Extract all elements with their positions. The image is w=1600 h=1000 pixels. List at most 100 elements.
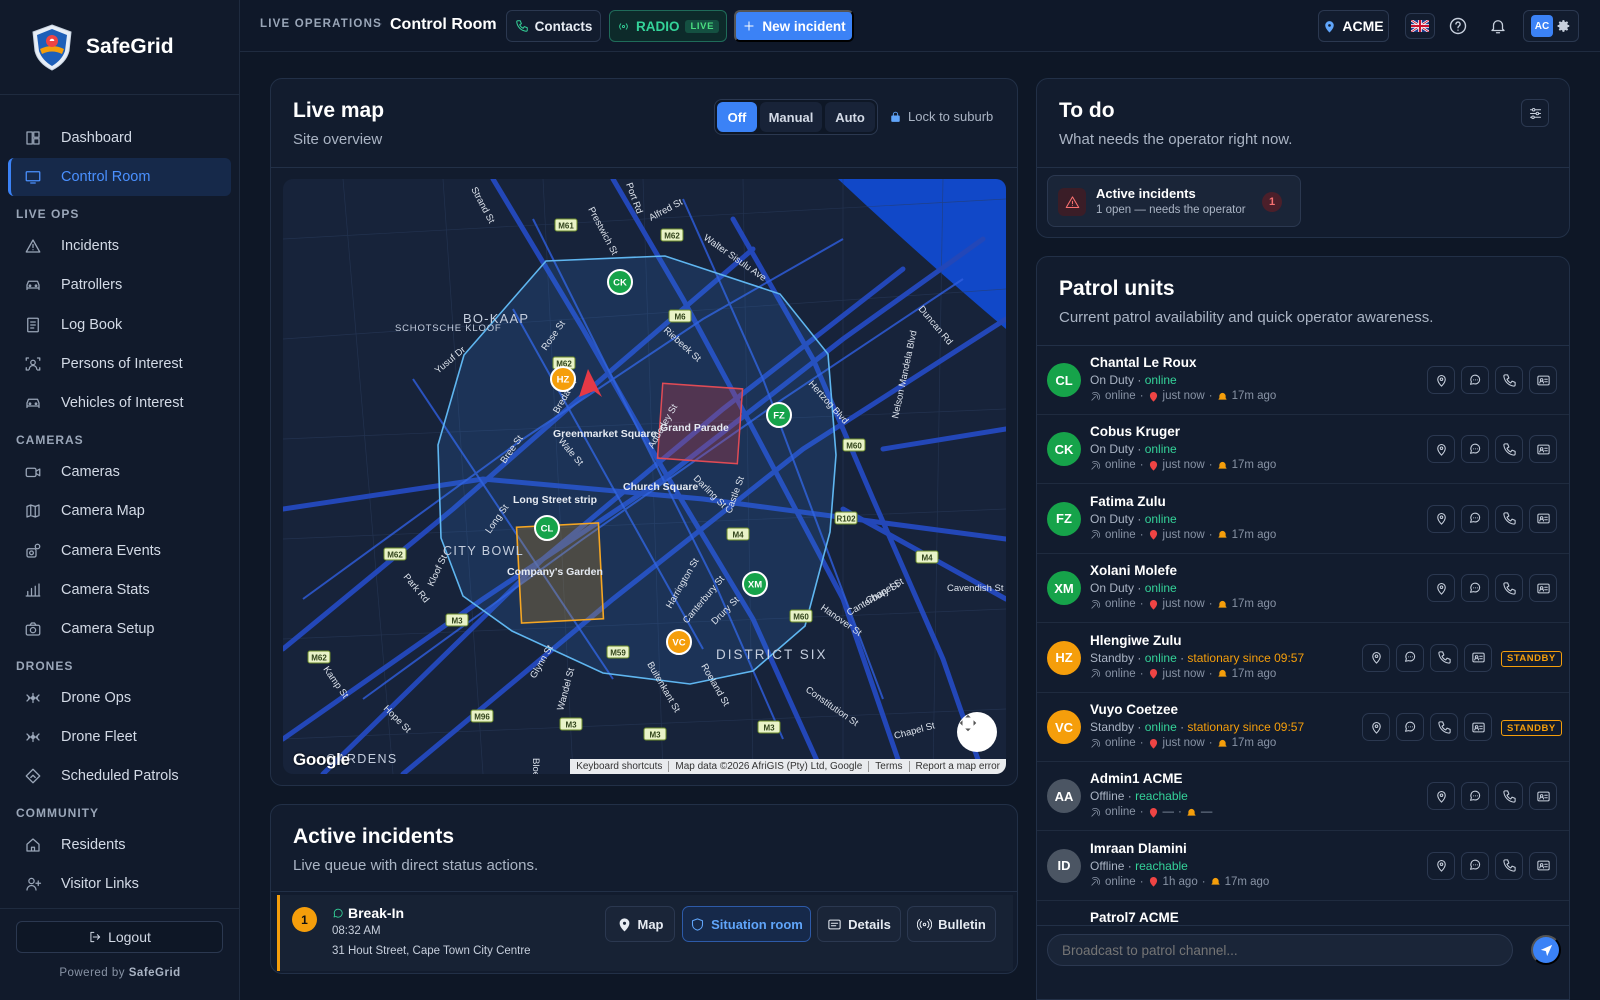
brand[interactable]: SafeGrid [0, 0, 239, 95]
sidebar-item-incidents[interactable]: Incidents [8, 227, 231, 265]
locate-unit-button[interactable] [1427, 851, 1455, 880]
map-place-label[interactable]: Greenmarket Square [553, 428, 656, 440]
message-unit-button[interactable] [1461, 504, 1489, 533]
sidebar-item-drone-fleet[interactable]: Drone Fleet [8, 718, 231, 756]
send-broadcast-button[interactable] [1531, 935, 1561, 965]
mode-auto-button[interactable]: Auto [825, 102, 875, 132]
map-canvas[interactable]: Greenmarket Square Grand Parade Church Squ… [283, 179, 1006, 774]
locate-unit-button[interactable] [1427, 504, 1455, 533]
call-unit-button[interactable] [1495, 504, 1523, 533]
sidebar-item-dashboard[interactable]: Dashboard [8, 119, 231, 157]
call-unit-button[interactable] [1495, 435, 1523, 464]
locate-unit-button[interactable] [1427, 782, 1455, 811]
logout-button[interactable]: Logout [16, 921, 223, 953]
sidebar-item-patrollers[interactable]: Patrollers [8, 266, 231, 304]
patrol-unit-row[interactable]: HZ Hlengiwe Zulu Standby · online · statio… [1037, 623, 1569, 693]
sidebar-item-log-book[interactable]: Log Book [8, 306, 231, 344]
message-unit-button[interactable] [1461, 366, 1489, 394]
call-unit-button[interactable] [1430, 713, 1458, 741]
radio-button[interactable]: RADIO LIVE [609, 10, 727, 42]
unit-profile-button[interactable] [1529, 366, 1557, 394]
unit-profile-button[interactable] [1529, 504, 1557, 533]
map-place-label[interactable]: Long Street strip [513, 494, 597, 506]
unit-profile-button[interactable] [1529, 782, 1557, 811]
keyboard-shortcuts-link[interactable]: Keyboard shortcuts [570, 761, 670, 772]
sidebar-item-vehicles-of-interest[interactable]: Vehicles of Interest [8, 384, 231, 422]
sidebar-item-camera-stats[interactable]: Camera Stats [8, 571, 231, 609]
call-unit-button[interactable] [1495, 851, 1523, 880]
map-unit-marker[interactable]: CL [534, 515, 560, 541]
patrol-unit-row[interactable]: CK Cobus Kruger On Duty · online online · ju… [1037, 414, 1569, 485]
call-unit-button[interactable] [1495, 782, 1523, 811]
contacts-button[interactable]: Contacts [506, 10, 601, 42]
unit-profile-button[interactable] [1529, 574, 1557, 603]
mode-off-button[interactable]: Off [717, 102, 757, 132]
broadcast-input[interactable] [1047, 934, 1513, 966]
unit-profile-button[interactable] [1464, 643, 1492, 672]
patrol-unit-row[interactable]: XM Xolani Molefe On Duty · online online · j… [1037, 553, 1569, 624]
sidebar-item-persons-of-interest[interactable]: Persons of Interest [8, 345, 231, 383]
org-selector[interactable]: ACME [1318, 10, 1389, 42]
message-unit-button[interactable] [1461, 435, 1489, 464]
sidebar-item-drone-ops[interactable]: Drone Ops [8, 679, 231, 717]
patrol-unit-row[interactable]: VC Vuyo Coetzee Standby · online · station… [1037, 692, 1569, 762]
locate-unit-button[interactable] [1362, 643, 1390, 672]
patrol-unit-row[interactable]: AA Admin1 ACME Offline · reachable online ·… [1037, 761, 1569, 832]
call-unit-button[interactable] [1495, 366, 1523, 394]
map-place-label[interactable]: Company's Garden [507, 566, 603, 578]
sidebar-item-residents[interactable]: Residents [8, 826, 231, 864]
help-button[interactable] [1443, 13, 1473, 39]
patrol-unit-list[interactable]: CL Chantal Le Roux On Duty · online online … [1037, 345, 1569, 925]
todo-active-incidents-card[interactable]: Active incidents 1 open — needs the oper… [1047, 175, 1301, 227]
patrol-unit-row[interactable]: Patrol7 ACME [1037, 900, 1569, 925]
sidebar-item-camera-setup[interactable]: Camera Setup [8, 610, 231, 648]
patrol-unit-row[interactable]: CL Chantal Le Roux On Duty · online online … [1037, 345, 1569, 415]
notifications-button[interactable] [1483, 13, 1513, 39]
sidebar-item-control-room[interactable]: Control Room [8, 158, 231, 197]
message-unit-button[interactable] [1396, 713, 1424, 741]
message-unit-button[interactable] [1461, 574, 1489, 603]
map-place-label[interactable]: Church Square [623, 481, 698, 493]
account-menu[interactable]: AC [1523, 10, 1579, 42]
sidebar-item-visitor-links[interactable]: Visitor Links [8, 865, 231, 903]
call-unit-button[interactable] [1430, 643, 1458, 672]
locate-unit-button[interactable] [1362, 713, 1390, 741]
map-unit-marker[interactable]: VC [666, 629, 692, 655]
locate-unit-button[interactable] [1427, 574, 1455, 603]
patrol-unit-row[interactable]: FZ Fatima Zulu On Duty · online online · jus… [1037, 484, 1569, 554]
sidebar-item-camera-map[interactable]: Camera Map [8, 492, 231, 530]
todo-filter-button[interactable] [1521, 99, 1549, 127]
message-unit-button[interactable] [1461, 782, 1489, 811]
unit-profile-button[interactable] [1529, 851, 1557, 880]
language-flag-button[interactable] [1405, 13, 1435, 39]
mode-manual-button[interactable]: Manual [760, 102, 822, 132]
lock-to-suburb-toggle[interactable]: Lock to suburb [889, 109, 993, 124]
sidebar-item-camera-events[interactable]: Camera Events [8, 532, 231, 570]
unit-profile-button[interactable] [1529, 435, 1557, 464]
sidebar-item-scheduled-patrols[interactable]: Scheduled Patrols [8, 757, 231, 795]
map-unit-marker[interactable]: CK [607, 269, 633, 295]
incident-bulletin-button[interactable]: Bulletin [907, 906, 996, 942]
locate-unit-button[interactable] [1427, 366, 1455, 394]
route-shield-icon: M3 [445, 613, 469, 627]
map-svg[interactable]: Greenmarket Square Grand ParadeChurch Squ… [283, 179, 1006, 774]
recenter-map-button[interactable] [957, 712, 997, 752]
new-incident-button[interactable]: New incident [734, 10, 854, 42]
call-unit-button[interactable] [1495, 574, 1523, 603]
sidebar-item-cameras[interactable]: Cameras [8, 453, 231, 491]
terms-link[interactable]: Terms [869, 761, 910, 772]
incident-map-button[interactable]: Map [605, 906, 675, 942]
map-unit-marker[interactable]: HZ [550, 366, 576, 392]
incident-details-button[interactable]: Details [817, 906, 901, 942]
patrol-unit-row[interactable]: ID Imraan Dlamini Offline · reachable onlin… [1037, 831, 1569, 901]
message-unit-button[interactable] [1461, 851, 1489, 880]
map-unit-marker[interactable]: FZ [766, 402, 792, 428]
report-map-error-link[interactable]: Report a map error [910, 761, 1006, 772]
incident-situation-room-button[interactable]: Situation room [682, 906, 811, 942]
message-unit-button[interactable] [1396, 643, 1424, 672]
locate-unit-button[interactable] [1427, 435, 1455, 464]
incident-row[interactable]: 1 Break-In 08:32 AM 31 Hout Street, Cape… [277, 895, 1013, 971]
map-unit-marker[interactable]: XM [742, 571, 768, 597]
chat-bubble-icon [1469, 790, 1480, 801]
unit-profile-button[interactable] [1464, 713, 1492, 741]
